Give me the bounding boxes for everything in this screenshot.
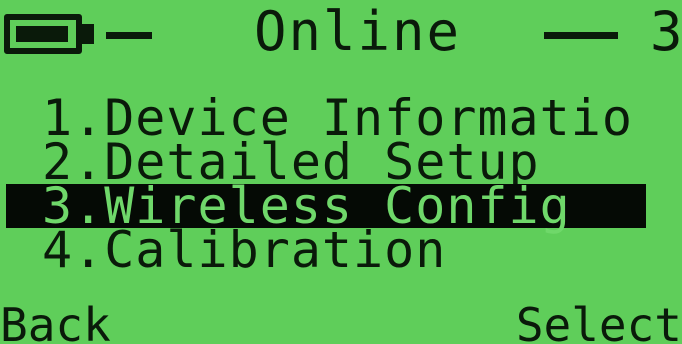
main-menu: 1.Device Informatio 2.Detailed Setup 3.W… — [0, 93, 682, 275]
back-softkey[interactable]: Back — [0, 300, 111, 344]
signal-indicator: 3 — [650, 0, 682, 63]
battery-level — [16, 26, 68, 42]
select-softkey[interactable]: Select — [516, 300, 682, 344]
lcd-screen: Online 3 1.Device Informatio 2.Detailed … — [0, 0, 682, 344]
battery-icon — [4, 14, 82, 54]
screen-title: Online — [254, 0, 462, 63]
battery-terminal-icon — [82, 24, 94, 44]
header-divider-left — [106, 32, 152, 39]
softkey-bar: Back Select — [0, 300, 682, 344]
status-header: Online 3 — [0, 0, 682, 70]
menu-item-calibration[interactable]: 4.Calibration — [0, 225, 682, 275]
header-divider-right — [544, 32, 618, 39]
